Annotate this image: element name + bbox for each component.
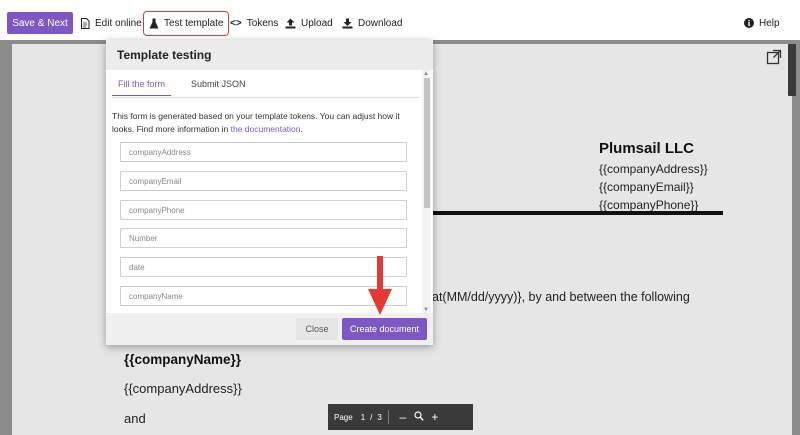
page-navigator: Page 1 / 3 – + [328, 404, 473, 430]
token-company-phone: {{companyPhone}} [599, 198, 699, 212]
zoom-icon[interactable] [411, 410, 427, 424]
body-company-name: {{companyName}} [124, 352, 242, 367]
company-name-heading: Plumsail LLC [599, 140, 695, 157]
download-label: Download [358, 17, 403, 29]
open-in-new-icon[interactable] [765, 48, 783, 66]
download-icon [342, 18, 353, 28]
zoom-out-icon[interactable]: – [395, 410, 411, 424]
test-template-label: Test template [164, 18, 224, 29]
edit-online-button[interactable]: Edit online [80, 13, 142, 33]
pager-divider [387, 410, 389, 424]
company-email-field[interactable]: companyEmail [120, 171, 407, 191]
zoom-in-icon[interactable]: + [427, 410, 443, 424]
preview-scrollbar[interactable] [788, 44, 796, 96]
company-phone-field[interactable]: companyPhone [120, 200, 407, 220]
dialog-description: This form is generated based on your tem… [112, 110, 417, 136]
dialog-tabs: Fill the form Submit JSON [112, 76, 420, 98]
total-pages: 3 [377, 412, 382, 422]
body-and-text: and [124, 411, 146, 426]
save-next-button[interactable]: Save & Next [7, 12, 73, 34]
scroll-up-icon[interactable]: ▲ [423, 71, 429, 77]
test-template-button[interactable]: Test template [143, 11, 230, 36]
documentation-link[interactable]: the documentation [231, 124, 301, 134]
arrow-down-icon [368, 256, 392, 315]
page-separator: / [370, 412, 373, 422]
tokens-button[interactable]: <> Tokens [230, 13, 278, 33]
dialog-header: Template testing [106, 40, 433, 70]
tab-submit-json[interactable]: Submit JSON [185, 79, 252, 95]
info-icon [744, 18, 754, 28]
create-document-button[interactable]: Create document [342, 318, 427, 340]
company-address-field[interactable]: companyAddress [120, 142, 407, 162]
company-name-field[interactable]: companyName [120, 286, 407, 306]
code-brackets-icon: <> [230, 17, 242, 29]
upload-button[interactable]: Upload [285, 13, 333, 33]
tokens-label: Tokens [246, 17, 279, 29]
token-company-address: {{companyAddress}} [599, 162, 708, 176]
dialog-scrollbar-thumb[interactable] [424, 78, 430, 208]
token-company-email: {{companyEmail}} [599, 180, 694, 194]
close-button[interactable]: Close [296, 318, 338, 340]
edit-online-label: Edit online [95, 17, 142, 29]
download-button[interactable]: Download [342, 13, 402, 33]
upload-icon [285, 18, 296, 28]
body-company-address: {{companyAddress}} [124, 381, 242, 396]
current-page[interactable]: 1 [361, 413, 365, 422]
dialog-footer: Close Create document [106, 313, 433, 345]
number-field[interactable]: Number [120, 228, 407, 248]
agreement-paragraph: at(MM/dd/yyyy)}, by and between the foll… [432, 290, 690, 304]
help-button[interactable]: Help [744, 13, 780, 33]
dialog-title: Template testing [117, 48, 212, 62]
page-label: Page [334, 412, 353, 422]
upload-label: Upload [301, 17, 333, 29]
tab-fill-the-form[interactable]: Fill the form [112, 79, 172, 96]
document-icon [81, 17, 90, 29]
flask-icon [149, 18, 159, 29]
date-field[interactable]: date [120, 257, 407, 277]
description-end: . [300, 124, 303, 134]
help-label: Help [759, 17, 780, 29]
toolbar: Save & Next Edit online Test template <>… [0, 0, 800, 45]
